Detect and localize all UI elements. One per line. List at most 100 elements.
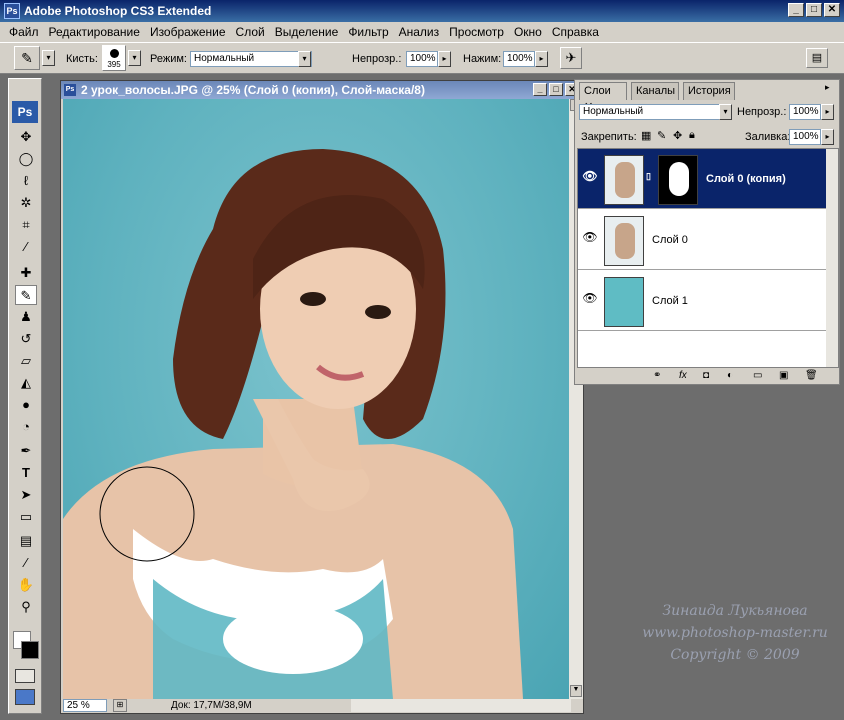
fill-label: Заливка:	[745, 131, 791, 143]
photoshop-logo[interactable]: Ps	[12, 101, 38, 123]
tool-preset-brush-icon[interactable]: ✎	[14, 46, 40, 70]
eyedropper2-icon[interactable]: ⁄	[15, 553, 37, 573]
menu-view[interactable]: Просмотр	[444, 25, 509, 39]
brush-dropdown-icon[interactable]: ▾	[128, 50, 141, 66]
layer-row-layer1[interactable]: 👁︎ Слой 1	[578, 271, 826, 331]
blend-mode-select[interactable]: Нормальный	[579, 104, 731, 120]
eraser-icon[interactable]: ▱	[15, 351, 37, 371]
doc-minimize-button[interactable]: _	[533, 83, 547, 96]
tab-history[interactable]: История	[683, 82, 735, 100]
layer-style-icon[interactable]: fx	[679, 370, 687, 381]
menu-select[interactable]: Выделение	[270, 25, 344, 39]
doc-maximize-button[interactable]: □	[549, 83, 563, 96]
menu-filter[interactable]: Фильтр	[343, 25, 393, 39]
brush-tip-icon	[110, 49, 119, 58]
layer-thumbnail	[604, 277, 644, 327]
shape-icon[interactable]: ▭	[15, 507, 37, 527]
mask-link-icon[interactable]: ▯	[646, 171, 651, 182]
mode-select[interactable]: Нормальный	[190, 51, 312, 67]
lasso-icon[interactable]: ℓ	[15, 171, 37, 191]
lock-pixels-icon[interactable]: ✎	[657, 129, 666, 142]
opacity-input[interactable]: 100%	[406, 51, 438, 67]
close-button[interactable]: ✕	[824, 3, 840, 17]
title-bar: Ps Adobe Photoshop CS3 Extended _ □ ✕	[0, 0, 844, 22]
new-group-icon[interactable]: ▭	[753, 370, 762, 381]
move-icon[interactable]: ✥	[15, 127, 37, 147]
notes-icon[interactable]: ▤	[15, 531, 37, 551]
magic-wand-icon[interactable]: ✲	[15, 193, 37, 213]
layer-opacity-label: Непрозр.:	[737, 106, 787, 118]
airbrush-icon[interactable]: ✈	[560, 47, 582, 69]
minimize-button[interactable]: _	[788, 3, 804, 17]
type-icon[interactable]: T	[15, 463, 37, 483]
fill-slider-icon[interactable]: ▸	[821, 129, 834, 145]
menu-window[interactable]: Окно	[509, 25, 547, 39]
flow-slider-icon[interactable]: ▸	[535, 51, 548, 67]
layer-name[interactable]: Слой 1	[652, 295, 688, 307]
visibility-eye-icon[interactable]: 👁︎	[581, 169, 599, 187]
visibility-eye-icon[interactable]: 👁︎	[581, 291, 599, 309]
dodge-icon[interactable]: ◔	[15, 417, 37, 437]
watermark-site: www.photoshop-master.ru	[642, 625, 828, 641]
layer-row-layer0[interactable]: 👁︎ Слой 0	[578, 210, 826, 270]
quick-mask-icon[interactable]	[15, 669, 35, 683]
hand-icon[interactable]: ✋	[15, 575, 37, 595]
history-brush-icon[interactable]: ↺	[15, 329, 37, 349]
new-layer-icon[interactable]: ▣	[779, 370, 788, 381]
layer-opacity-input[interactable]: 100%	[789, 104, 821, 120]
tab-layers-label: Слои	[584, 85, 611, 97]
flow-label: Нажим:	[463, 53, 502, 65]
marquee-icon[interactable]: ◯	[15, 149, 37, 169]
tab-channels[interactable]: Каналы	[631, 82, 679, 100]
fill-input[interactable]: 100%	[789, 129, 821, 145]
lock-all-icon[interactable]: 🔒︎	[689, 129, 695, 142]
menu-edit[interactable]: Редактирование	[44, 25, 145, 39]
layers-scrollbar[interactable]	[826, 149, 838, 367]
image-canvas[interactable]	[63, 99, 569, 699]
background-color-swatch[interactable]	[21, 641, 39, 659]
menu-layer[interactable]: Слой	[231, 25, 270, 39]
stamp-icon[interactable]: ♟	[15, 307, 37, 327]
document-title: 2 урок_волосы.JPG @ 25% (Слой 0 (копия),…	[81, 83, 425, 97]
healing-icon[interactable]: ✚	[15, 263, 37, 283]
path-select-icon[interactable]: ➤	[15, 485, 37, 505]
canvas-horizontal-scrollbar[interactable]	[351, 699, 571, 712]
menu-file[interactable]: Файл	[4, 25, 44, 39]
menu-analysis[interactable]: Анализ	[394, 25, 445, 39]
lock-position-icon[interactable]: ✥	[673, 129, 682, 142]
lock-transparency-icon[interactable]: ▦	[641, 129, 651, 142]
eyedropper-icon[interactable]: ⁄	[15, 237, 37, 257]
brush-picker[interactable]: 395	[102, 45, 126, 71]
maximize-button[interactable]: □	[806, 3, 822, 17]
delete-layer-icon[interactable]: 🗑︎	[805, 370, 818, 381]
brush-icon[interactable]: ✎	[15, 285, 37, 305]
opacity-slider-icon[interactable]: ▸	[438, 51, 451, 67]
flow-input[interactable]: 100%	[503, 51, 535, 67]
visibility-eye-icon[interactable]: 👁︎	[581, 230, 599, 248]
mode-dropdown-icon[interactable]: ▾	[298, 51, 311, 67]
crop-icon[interactable]: ⌗	[15, 215, 37, 235]
scroll-down-icon[interactable]: ▼	[570, 685, 582, 697]
tool-preset-dropdown-icon[interactable]: ▾	[42, 50, 55, 66]
layer-name[interactable]: Слой 0	[652, 234, 688, 246]
status-menu-icon[interactable]: ⊞	[113, 699, 127, 712]
menu-help[interactable]: Справка	[547, 25, 604, 39]
link-layers-icon[interactable]: ⚭	[653, 370, 661, 381]
bucket-icon[interactable]: ◭	[15, 373, 37, 393]
screen-mode-icon[interactable]	[15, 689, 35, 705]
pen-icon[interactable]: ✒	[15, 441, 37, 461]
zoom-icon[interactable]: ⚲	[15, 597, 37, 617]
layer-mask-thumbnail[interactable]	[658, 155, 698, 205]
palette-well-icon[interactable]: ▤	[806, 48, 828, 68]
tab-layers[interactable]: Слои ✕	[579, 82, 627, 113]
zoom-field[interactable]: 25 %	[63, 699, 107, 712]
panel-menu-icon[interactable]: ▸	[825, 82, 837, 94]
add-mask-icon[interactable]: ◘	[703, 370, 709, 381]
layer-opacity-slider-icon[interactable]: ▸	[821, 104, 834, 120]
menu-image[interactable]: Изображение	[145, 25, 231, 39]
blend-mode-dropdown-icon[interactable]: ▾	[719, 104, 732, 120]
layer-name[interactable]: Слой 0 (копия)	[706, 173, 786, 185]
adjustment-layer-icon[interactable]: ◐	[727, 370, 733, 381]
layer-row-copy[interactable]: 👁︎ ▯ Слой 0 (копия)	[578, 149, 826, 209]
blur-icon[interactable]: ●	[15, 395, 37, 415]
